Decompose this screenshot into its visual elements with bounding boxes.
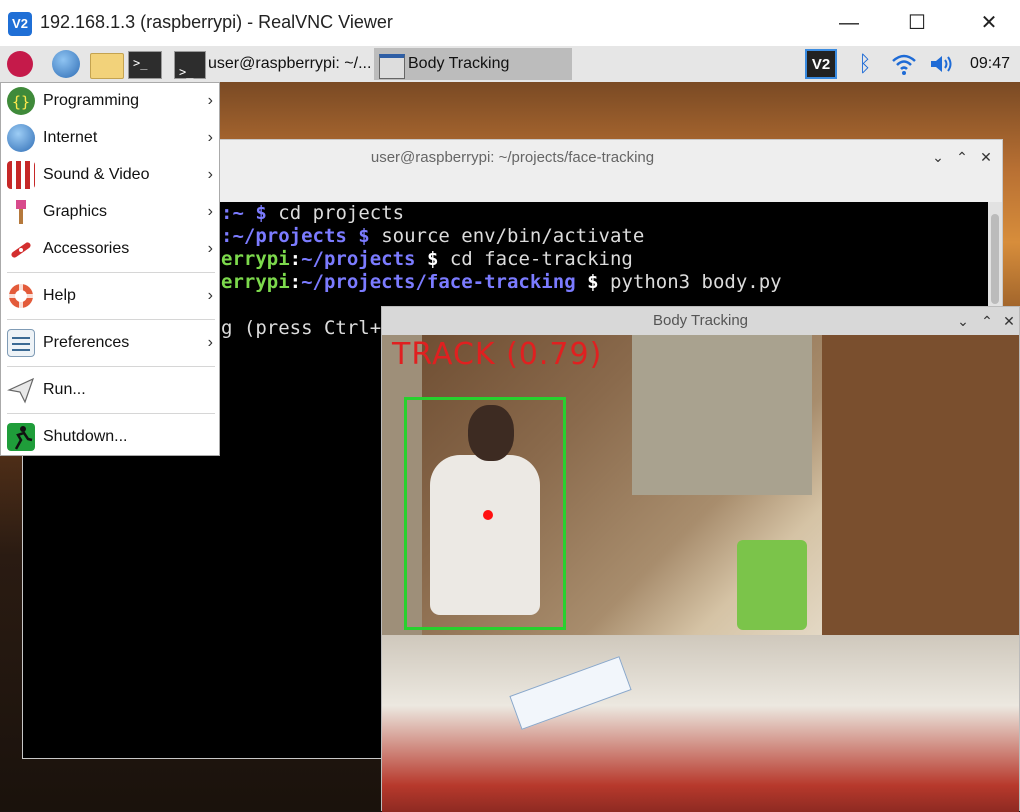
chevron-right-icon: ›	[207, 240, 213, 257]
menu-separator	[7, 319, 215, 320]
vnc-window-title: 192.168.1.3 (raspberrypi) - RealVNC View…	[40, 12, 393, 32]
menu-item-preferences[interactable]: Preferences ›	[1, 325, 219, 361]
volume-icon[interactable]	[928, 51, 956, 77]
task-label: user@raspberrypi: ~/...	[208, 55, 372, 72]
terminal-maximize-button[interactable]: ⌃	[953, 148, 971, 166]
menu-item-label: Sound & Video	[43, 166, 150, 183]
body-tracking-maximize-button[interactable]: ⌃	[978, 312, 996, 330]
taskbar: >_ >_ user@raspberrypi: ~/... Body Track…	[0, 46, 1020, 82]
menu-item-run[interactable]: Run...	[1, 372, 219, 408]
terminal-close-button[interactable]: ✕	[977, 148, 995, 166]
terminal-line: :~ $ cd projects	[221, 202, 405, 224]
menu-item-internet[interactable]: Internet ›	[1, 120, 219, 156]
terminal-prompt-glyph: >_	[133, 56, 148, 70]
body-tracking-minimize-button[interactable]: ⌄	[954, 312, 972, 330]
menu-item-label: Shutdown...	[43, 428, 128, 445]
menu-item-label: Programming	[43, 92, 140, 109]
menu-separator	[7, 272, 215, 273]
web-browser-icon[interactable]	[52, 50, 80, 78]
green-basket	[737, 540, 807, 630]
terminal-line: errypi:~/projects $ cd face-tracking	[221, 248, 633, 270]
realvnc-logo-icon: V2	[8, 12, 32, 36]
chevron-right-icon: ›	[207, 166, 213, 183]
preferences-icon	[7, 329, 35, 357]
taskbar-task-terminal[interactable]: >_ user@raspberrypi: ~/...	[172, 48, 372, 80]
menu-item-help[interactable]: Help ›	[1, 278, 219, 314]
raspberry-menu-icon[interactable]	[7, 51, 33, 77]
hanging-clothes	[632, 335, 812, 495]
chevron-right-icon: ›	[207, 334, 213, 351]
chevron-right-icon: ›	[207, 287, 213, 304]
menu-item-label: Graphics	[43, 203, 108, 220]
sound-video-icon	[7, 161, 35, 189]
wifi-icon[interactable]	[890, 51, 918, 77]
internet-icon	[7, 124, 35, 152]
terminal-launcher-icon[interactable]: >_	[128, 51, 162, 79]
terminal-minimize-button[interactable]: ⌄	[929, 148, 947, 166]
menu-item-label: Preferences	[43, 334, 130, 351]
menu-separator	[7, 366, 215, 367]
menu-item-programming[interactable]: {} Programming ›	[1, 83, 219, 119]
help-icon	[7, 282, 35, 310]
chevron-right-icon: ›	[207, 92, 213, 109]
menu-item-graphics[interactable]: Graphics ›	[1, 194, 219, 230]
menu-item-label: Run...	[43, 381, 86, 398]
bluetooth-icon[interactable]: ᛒ	[855, 51, 875, 77]
terminal-line: errypi:~/projects/face-tracking $ python…	[221, 271, 782, 293]
file-manager-icon[interactable]	[90, 53, 124, 79]
menu-item-accessories[interactable]: Accessories ›	[1, 231, 219, 267]
programming-icon: {}	[7, 87, 35, 115]
vnc-maximize-button[interactable]: ☐	[894, 6, 940, 40]
menu-item-shutdown[interactable]: Shutdown...	[1, 419, 219, 455]
graphics-icon	[7, 198, 35, 226]
accessories-icon	[7, 235, 35, 263]
wooden-door	[822, 335, 1019, 665]
run-icon	[7, 376, 35, 404]
window-icon	[379, 54, 405, 79]
terminal-line: :~/projects $ source env/bin/activate	[221, 225, 645, 247]
body-tracking-window-title: Body Tracking	[382, 307, 1019, 335]
menu-item-label: Help	[43, 287, 76, 304]
terminal-line: g (press Ctrl+	[221, 317, 382, 339]
vnc-titlebar[interactable]: V2 192.168.1.3 (raspberrypi) - RealVNC V…	[0, 0, 1020, 47]
track-confidence-label: TRACK (0.79)	[392, 337, 603, 372]
svg-text:{}: {}	[12, 93, 30, 111]
menu-item-label: Accessories	[43, 240, 130, 257]
vnc-minimize-button[interactable]: —	[826, 6, 872, 40]
scrollbar-thumb[interactable]	[991, 214, 999, 304]
camera-video-feed: TRACK (0.79)	[382, 335, 1019, 812]
menu-item-sound-video[interactable]: Sound & Video ›	[1, 157, 219, 193]
table-surface	[382, 635, 1019, 812]
chevron-right-icon: ›	[207, 203, 213, 220]
menu-separator	[7, 413, 215, 414]
menu-item-label: Internet	[43, 129, 98, 146]
vnc-close-button[interactable]: ✕	[966, 6, 1012, 40]
terminal-icon: >_	[174, 51, 206, 79]
clock[interactable]: 09:47	[970, 46, 1010, 82]
chevron-right-icon: ›	[207, 129, 213, 146]
body-tracking-close-button[interactable]: ✕	[1000, 312, 1018, 330]
vnc-server-tray-icon[interactable]: V2	[805, 49, 837, 79]
body-tracking-window[interactable]: Body Tracking ⌄ ⌃ ✕ TRACK (0.79)	[381, 306, 1020, 812]
applications-menu: {} Programming › Internet › Sound & Vide…	[0, 82, 220, 456]
tracking-center-point	[483, 510, 493, 520]
task-label: Body Tracking	[408, 55, 510, 72]
shutdown-icon	[7, 423, 35, 451]
taskbar-task-body-tracking[interactable]: Body Tracking	[374, 48, 572, 80]
